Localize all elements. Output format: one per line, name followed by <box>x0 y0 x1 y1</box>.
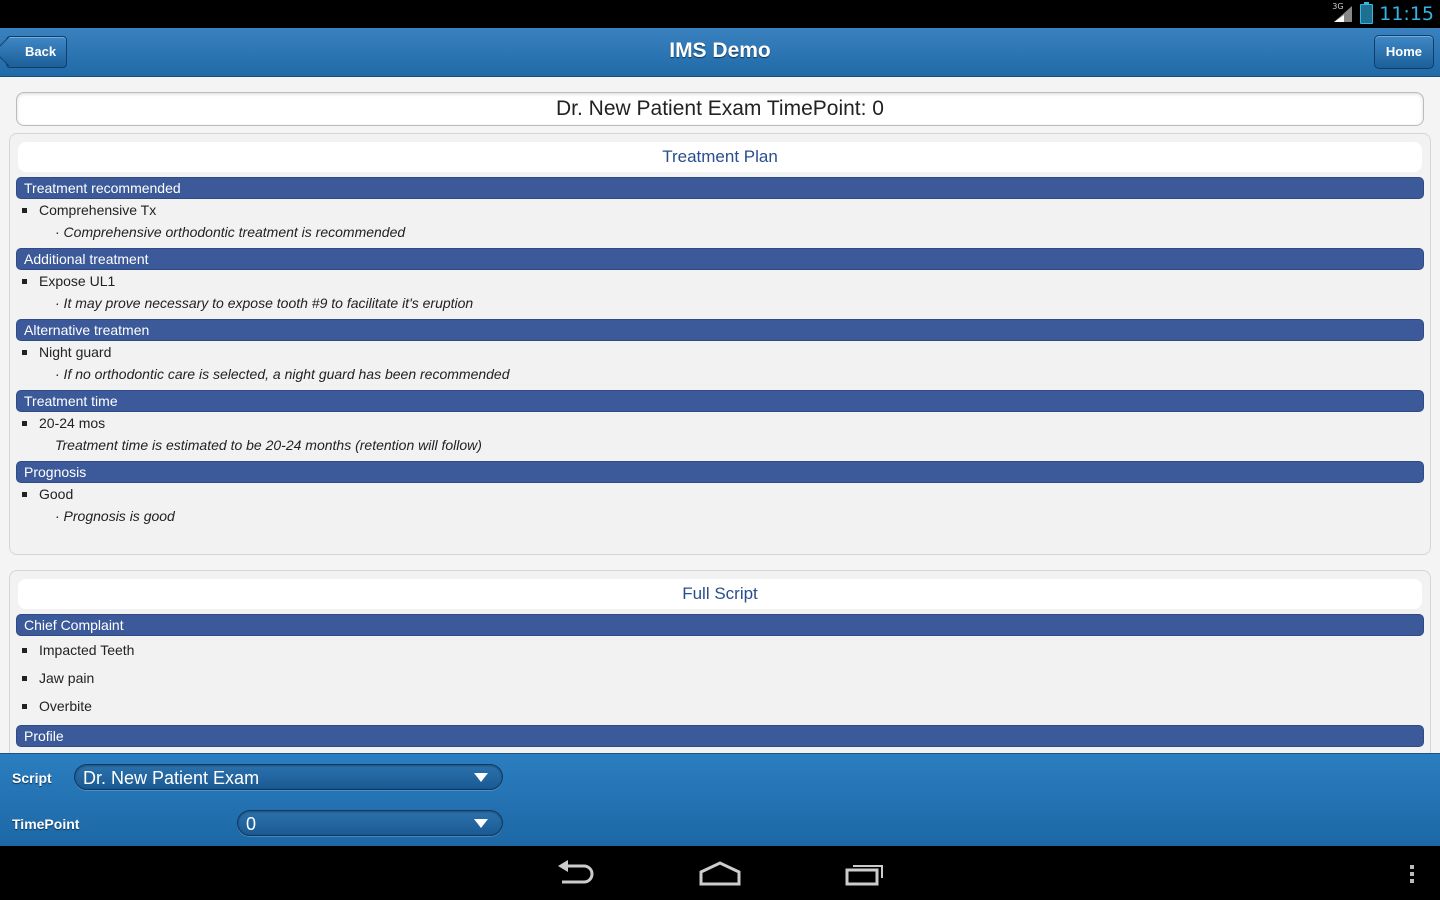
list-item: Comprehensive Tx <box>22 199 1430 221</box>
list-item: 20-24 mos <box>22 412 1430 434</box>
signal-icon: 3G <box>1332 2 1354 24</box>
item-note: · Comprehensive orthodontic treatment is… <box>55 224 406 240</box>
list-item: Jaw pain <box>22 664 1430 692</box>
back-button[interactable]: Back <box>6 36 68 68</box>
timepoint-label: TimePoint <box>12 816 80 832</box>
status-bar: 3G 11:15 <box>0 0 1440 28</box>
scroll-content[interactable]: Dr. New Patient Exam TimePoint: 0 Treatm… <box>0 77 1440 753</box>
item-note: · It may prove necessary to expose tooth… <box>55 295 474 311</box>
battery-icon <box>1360 2 1374 24</box>
script-label: Script <box>12 770 52 786</box>
app-header: IMS Demo Back Home <box>0 28 1440 77</box>
app-title: IMS Demo <box>669 39 771 62</box>
list-item: Overbite <box>22 692 1430 720</box>
full-script-panel: Full Script Chief Complaint Impacted Tee… <box>9 570 1431 753</box>
section-header: Profile <box>16 725 1424 747</box>
dropdown-arrow-icon <box>474 819 488 828</box>
full-script-heading: Full Script <box>18 579 1422 609</box>
home-icon[interactable] <box>698 858 742 893</box>
recent-apps-icon[interactable] <box>844 858 886 893</box>
control-bar: Script Dr. New Patient Exam TimePoint 0 <box>0 753 1440 847</box>
back-icon[interactable] <box>556 858 596 893</box>
overflow-menu-icon[interactable] <box>1410 865 1414 886</box>
system-nav-bar <box>0 846 1440 900</box>
list-item: Impacted Teeth <box>22 636 1430 664</box>
timepoint-select[interactable]: 0 <box>237 810 503 836</box>
section-header: Treatment recommended <box>16 177 1424 199</box>
section-header: Prognosis <box>16 461 1424 483</box>
item-note: · Prognosis is good <box>55 508 175 524</box>
page-title: Dr. New Patient Exam TimePoint: 0 <box>16 92 1424 126</box>
item-note: Treatment time is estimated to be 20-24 … <box>55 437 482 453</box>
list-item: Good <box>22 483 1430 505</box>
back-button-label: Back <box>25 44 57 59</box>
section-header: Additional treatment <box>16 248 1424 270</box>
dropdown-arrow-icon <box>474 773 488 782</box>
treatment-plan-panel: Treatment Plan Treatment recommended Com… <box>9 133 1431 555</box>
section-header: Chief Complaint <box>16 614 1424 636</box>
timepoint-select-value: 0 <box>246 814 257 834</box>
home-button[interactable]: Home <box>1373 35 1434 69</box>
clock: 11:15 <box>1379 3 1434 25</box>
item-note: · If no orthodontic care is selected, a … <box>55 366 510 382</box>
section-header: Alternative treatmen <box>16 319 1424 341</box>
list-item: Night guard <box>22 341 1430 363</box>
script-select-value: Dr. New Patient Exam <box>83 768 260 788</box>
treatment-plan-heading: Treatment Plan <box>18 142 1422 172</box>
list-item: Expose UL1 <box>22 270 1430 292</box>
script-select[interactable]: Dr. New Patient Exam <box>74 764 503 790</box>
section-header: Treatment time <box>16 390 1424 412</box>
